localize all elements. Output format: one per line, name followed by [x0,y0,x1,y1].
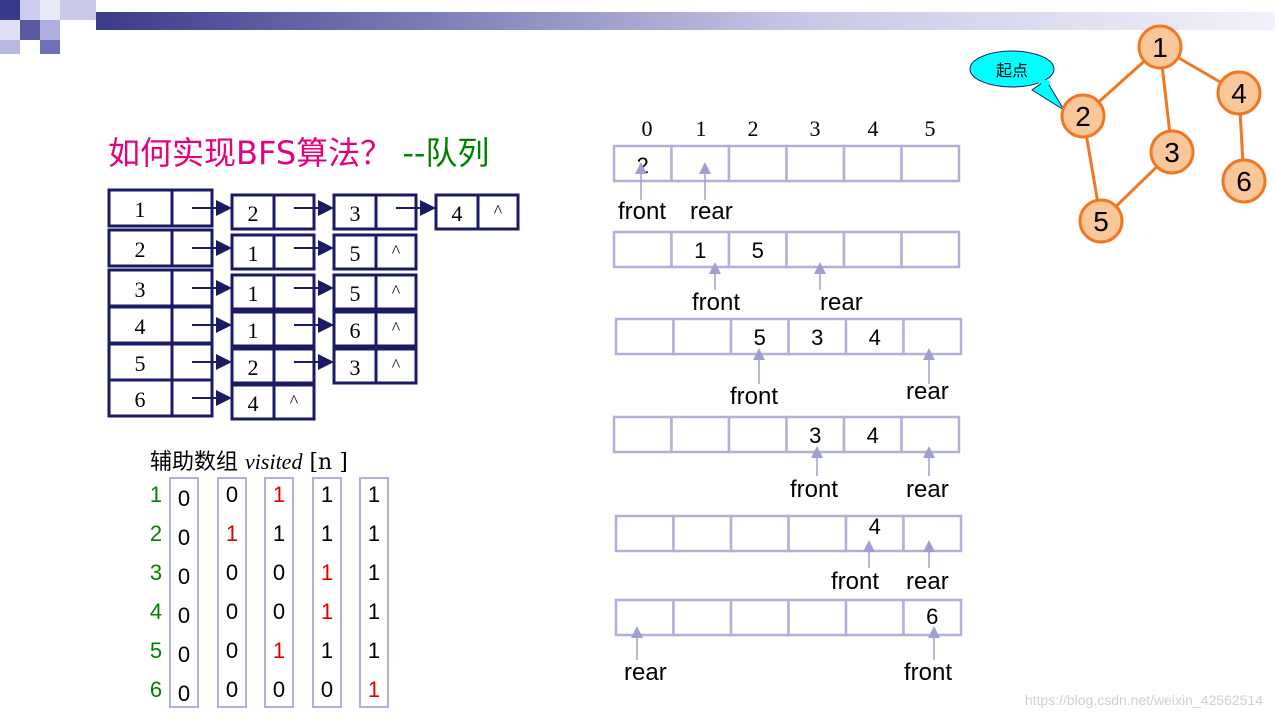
queue-cell [672,317,733,356]
queue-cell [902,514,963,553]
queue-cell [787,514,848,553]
queue-value: 4 [869,514,881,539]
queue-value: 1 [694,238,706,263]
queue-cell [900,415,961,454]
queue-value: 4 [867,423,879,448]
graph-diagram: 起点 1 2 3 4 5 6 [969,24,1267,244]
graph-node-label: 4 [1231,78,1247,109]
queue-cell [672,598,733,637]
graph-node-label: 1 [1152,32,1168,63]
queue-cell [727,144,788,183]
queue-cell [727,415,788,454]
queue-cell [670,144,731,183]
queue-cell [614,514,675,553]
graph-node-label: 2 [1075,101,1091,132]
queue-value: 3 [809,423,821,448]
queue-cell [787,598,848,637]
graph-node-label: 6 [1236,166,1252,197]
watermark: https://blog.csdn.net/weixin_42562514 [1024,692,1263,708]
queue-cell [670,415,731,454]
queue-value: 5 [752,238,764,263]
queue-cell [900,144,961,183]
queue-value: 4 [869,325,881,350]
queue-cell [785,230,846,269]
start-label: 起点 [996,61,1028,80]
graph-node-label: 3 [1164,137,1180,168]
queue-cell [785,144,846,183]
queue-cell [729,514,790,553]
graph-node-label: 5 [1093,206,1109,237]
queue-value: 6 [926,604,938,629]
queue-cell [729,598,790,637]
queue-cell [614,317,675,356]
queue-value: 3 [811,325,823,350]
queue-cell [842,230,903,269]
queue-cell [672,514,733,553]
queue-cell [612,415,673,454]
queue-cell [612,230,673,269]
queue-cell [844,598,905,637]
queue-cell [842,144,903,183]
queue-cell [614,598,675,637]
queue-cell [900,230,961,269]
queue-cell [902,317,963,356]
queue-value: 5 [754,325,766,350]
queue-value: 2 [637,153,649,178]
